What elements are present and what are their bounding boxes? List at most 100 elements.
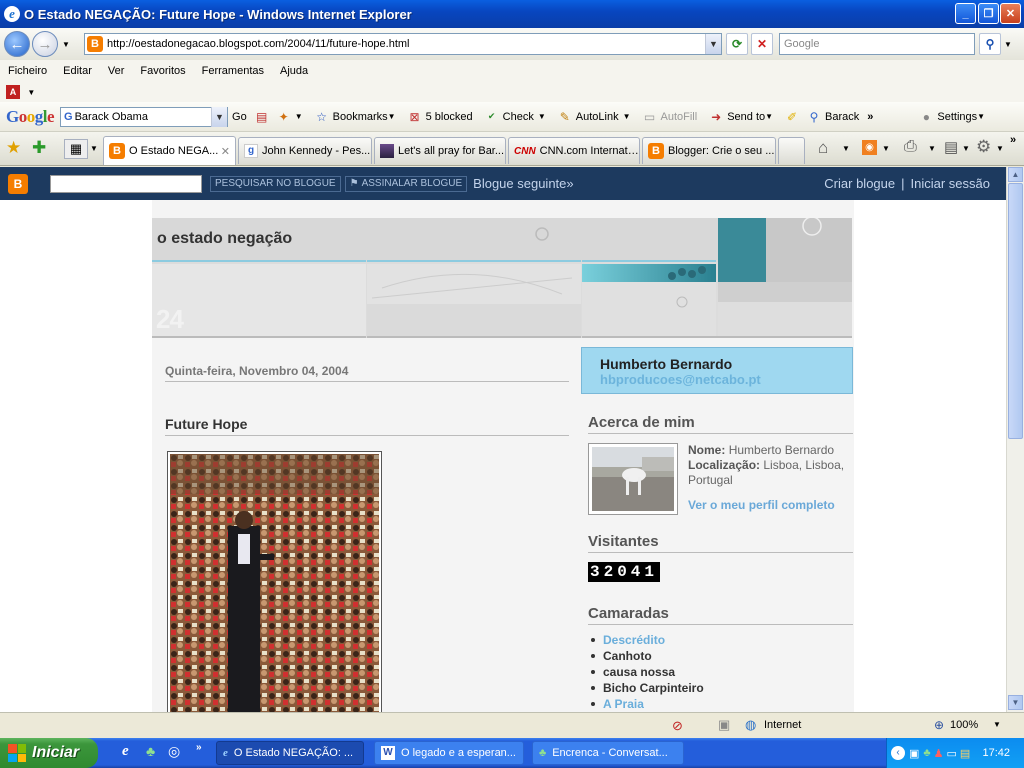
profile-email[interactable]: hbproducoes@netcabo.pt xyxy=(600,372,852,387)
google-search-value[interactable]: Barack Obama xyxy=(75,111,211,123)
quicklaunch-more-chevron[interactable]: » xyxy=(196,742,202,753)
friend-link[interactable]: Bicho Carpinteiro xyxy=(603,680,704,696)
pdf-icon[interactable]: A xyxy=(6,85,20,99)
scroll-thumb[interactable] xyxy=(1008,183,1023,439)
blogger-logo-icon[interactable]: B xyxy=(8,173,28,194)
quicklaunch-messenger-icon[interactable]: ♣ xyxy=(146,743,155,759)
tools-gear-icon[interactable]: ⚙ xyxy=(976,137,991,157)
add-favorite-icon[interactable]: ✚ xyxy=(32,138,46,158)
menu-ver[interactable]: Ver xyxy=(100,65,133,77)
friend-link[interactable]: Canhoto xyxy=(603,648,652,664)
highlight-icon[interactable]: ✐ xyxy=(785,110,803,124)
minimize-button[interactable]: _ xyxy=(955,3,976,24)
new-tab-button[interactable] xyxy=(778,137,805,164)
home-dropdown-icon[interactable]: ▼ xyxy=(842,144,850,153)
print-icon[interactable]: ⎙ xyxy=(904,138,917,156)
address-dropdown-icon[interactable]: ▼ xyxy=(705,34,721,54)
toolbar-more-chevron[interactable]: » xyxy=(1010,134,1016,146)
tab-list-dropdown-icon[interactable]: ▼ xyxy=(90,144,98,153)
post-photo[interactable] xyxy=(167,451,382,712)
blog-search-input[interactable] xyxy=(50,174,202,193)
monitor-icon[interactable]: ▭ xyxy=(947,747,957,760)
scroll-down-icon[interactable]: ▼ xyxy=(1008,695,1023,710)
bookmarks-button[interactable]: ☆ Bookmarks ▼ xyxy=(315,110,395,124)
menu-ficheiro[interactable]: Ficheiro xyxy=(0,65,55,77)
home-icon[interactable]: ⌂ xyxy=(818,138,828,158)
history-dropdown-icon[interactable]: ▼ xyxy=(62,40,74,49)
next-blog-link[interactable]: Blogue seguinte» xyxy=(473,176,573,191)
spellcheck-button[interactable]: ✔ Check ▼ xyxy=(485,110,546,124)
friend-link[interactable]: causa nossa xyxy=(603,664,675,680)
popup-blocker-button[interactable]: ⊠ 5 blocked xyxy=(408,110,473,124)
more-chevron[interactable]: » xyxy=(867,111,873,123)
tab-john-kennedy[interactable]: g John Kennedy - Pes... xyxy=(238,137,372,164)
forward-button[interactable]: → xyxy=(32,31,58,57)
visitor-counter[interactable]: 32041 xyxy=(588,562,661,582)
security-zone[interactable]: Internet xyxy=(764,719,801,731)
back-button[interactable]: ← xyxy=(4,31,30,57)
refresh-button[interactable]: ⟳ xyxy=(726,33,748,55)
tray-collapse-icon[interactable]: ‹ xyxy=(891,746,905,760)
stop-button[interactable]: ✕ xyxy=(751,33,773,55)
menu-ferramentas[interactable]: Ferramentas xyxy=(194,65,272,77)
scroll-up-icon[interactable]: ▲ xyxy=(1008,167,1023,182)
sign-in-link[interactable]: Iniciar sessão xyxy=(911,176,990,191)
google-search-dropdown-icon[interactable]: ▼ xyxy=(211,106,228,127)
search-term-button[interactable]: ⚲ Barack xyxy=(807,110,860,124)
url-text[interactable]: http://oestadonegacao.blogspot.com/2004/… xyxy=(107,38,705,50)
address-field[interactable]: B http://oestadonegacao.blogspot.com/200… xyxy=(84,33,722,55)
tab-active[interactable]: B O Estado NEGA... ✕ xyxy=(103,136,236,165)
feeds-icon[interactable]: ◉ xyxy=(862,140,877,155)
google-search-input[interactable]: G Barack Obama ▼ xyxy=(60,106,229,127)
go-button[interactable]: Go xyxy=(232,111,247,123)
blog-title[interactable]: o estado negação xyxy=(157,230,292,248)
menu-favoritos[interactable]: Favoritos xyxy=(132,65,193,77)
taskbar-word-window[interactable]: W O legado e a esperan... xyxy=(374,741,524,765)
folder-icon[interactable]: ▤ xyxy=(960,747,970,760)
autofill-button[interactable]: ▭ AutoFill xyxy=(643,110,697,124)
taskbar-ie-window[interactable]: e O Estado NEGAÇÃO: ... xyxy=(216,741,364,765)
messenger-tray-icon[interactable]: ♣ xyxy=(923,747,930,759)
quicklaunch-media-icon[interactable]: ◎ xyxy=(168,743,180,760)
news-icon[interactable]: ▤ xyxy=(255,110,273,124)
favorites-star-icon[interactable]: ★ xyxy=(6,138,21,158)
zoom-level[interactable]: 100% xyxy=(950,719,978,731)
clock[interactable]: 17:42 xyxy=(982,747,1010,759)
tab-pray[interactable]: Let's all pray for Bar... xyxy=(374,137,506,164)
settings-button[interactable]: ● Settings ▼ xyxy=(919,110,985,124)
tray-alert-icon[interactable]: ♟ xyxy=(934,747,944,760)
friend-link[interactable]: Descrédito xyxy=(603,632,665,648)
sendto-button[interactable]: ➜ Send to ▼ xyxy=(709,110,773,124)
protected-mode-icon[interactable]: ▣ xyxy=(718,717,730,733)
menu-ajuda[interactable]: Ajuda xyxy=(272,65,316,77)
close-button[interactable]: ✕ xyxy=(1000,3,1021,24)
zoom-dropdown-icon[interactable]: ▼ xyxy=(993,720,1001,729)
full-profile-link[interactable]: Ver o meu perfil completo xyxy=(688,498,835,512)
create-blog-link[interactable]: Criar blogue xyxy=(824,176,895,191)
network-icon[interactable]: ▣ xyxy=(909,747,919,760)
puzzle-icon[interactable]: ✦ ▼ xyxy=(277,110,303,124)
start-button[interactable]: Iniciar xyxy=(0,738,98,768)
search-button[interactable]: ⚲ xyxy=(979,33,1001,55)
flag-blog-button[interactable]: ⚑ ASSINALAR BLOGUE xyxy=(344,175,468,192)
maximize-button[interactable]: ❐ xyxy=(978,3,999,24)
search-options-icon[interactable]: ▼ xyxy=(1004,40,1012,49)
window-titlebar[interactable]: e O Estado NEGAÇÃO: Future Hope - Window… xyxy=(0,0,1024,28)
vertical-scrollbar[interactable]: ▲ ▼ xyxy=(1006,167,1024,712)
pdf-dropdown-icon[interactable]: ▼ xyxy=(27,88,35,97)
tools-dropdown-icon[interactable]: ▼ xyxy=(996,144,1004,153)
search-input[interactable]: Google xyxy=(779,33,975,55)
popup-blocked-icon[interactable]: ⊘ xyxy=(672,718,683,734)
quick-tabs-icon[interactable]: ▦ xyxy=(64,139,88,159)
search-blog-button[interactable]: PESQUISAR NO BLOGUE xyxy=(210,175,341,192)
feeds-dropdown-icon[interactable]: ▼ xyxy=(882,144,890,153)
autolink-button[interactable]: ✎ AutoLink ▼ xyxy=(558,110,631,124)
print-dropdown-icon[interactable]: ▼ xyxy=(928,144,936,153)
page-dropdown-icon[interactable]: ▼ xyxy=(962,144,970,153)
profile-photo[interactable] xyxy=(588,443,678,515)
taskbar-messenger-window[interactable]: ♣ Encrenca - Conversat... xyxy=(532,741,684,765)
page-icon[interactable]: ▤ xyxy=(944,138,958,156)
friend-link[interactable]: A Praia xyxy=(603,696,644,712)
close-tab-icon[interactable]: ✕ xyxy=(221,145,230,158)
menu-editar[interactable]: Editar xyxy=(55,65,100,77)
